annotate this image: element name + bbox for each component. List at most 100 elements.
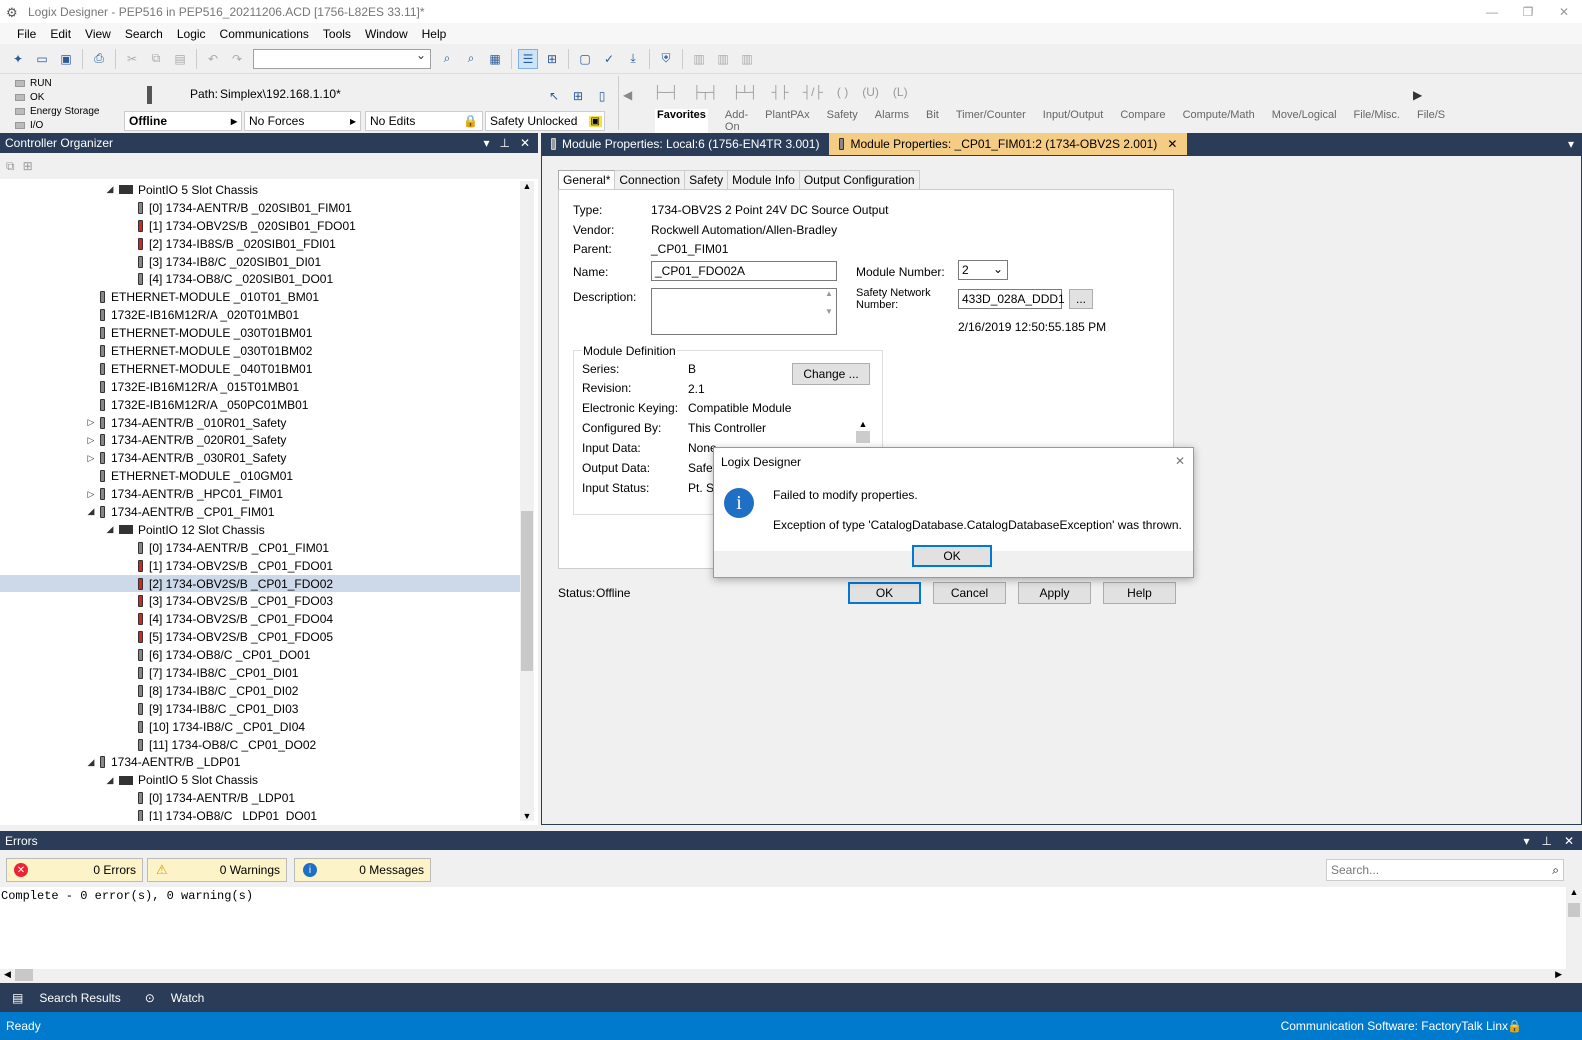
- close-window-icon[interactable]: ✕: [1546, 0, 1582, 23]
- tab-move-logical[interactable]: Move/Logical: [1272, 109, 1337, 133]
- tree-row[interactable]: [1] 1734-OBV2S/B _CP01_FDO01: [0, 557, 520, 575]
- change-button[interactable]: Change ...: [792, 363, 870, 385]
- network-icon[interactable]: ⊞: [568, 86, 588, 106]
- tree-row[interactable]: ▷ 1734-AENTR/B _HPC01_FIM01: [0, 485, 520, 503]
- tab-bit[interactable]: Bit: [926, 109, 939, 133]
- scrollbar-thumb[interactable]: [521, 511, 533, 671]
- collapse-icon[interactable]: ◢: [105, 524, 115, 535]
- edits-field[interactable]: No Edits 🔒: [365, 111, 483, 131]
- expand-icon[interactable]: ▷: [86, 417, 96, 428]
- close-panel-icon[interactable]: ✕: [1564, 834, 1574, 848]
- menu-search[interactable]: Search: [118, 27, 170, 41]
- branch-level-icon[interactable]: ├┴┤: [732, 85, 758, 99]
- paste-icon[interactable]: ▤: [170, 49, 190, 69]
- collapse-icon[interactable]: ◢: [105, 775, 115, 786]
- otl-icon[interactable]: (L): [893, 85, 908, 99]
- tree-row[interactable]: ▷ 1734-AENTR/B _020R01_Safety: [0, 431, 520, 449]
- tree-row[interactable]: ETHERNET-MODULE _040T01BM01: [0, 360, 520, 378]
- download-icon[interactable]: ⤓: [623, 49, 643, 69]
- verify-all-icon[interactable]: ✓: [599, 49, 619, 69]
- collapse-all-icon[interactable]: ⧉: [6, 159, 15, 174]
- menu-edit[interactable]: Edit: [43, 27, 78, 41]
- tree-row[interactable]: [3] 1734-IB8/C _020SIB01_DI01: [0, 253, 520, 271]
- open-folder-icon[interactable]: ▭: [32, 49, 52, 69]
- menu-help[interactable]: Help: [415, 27, 454, 41]
- tree-scrollbar[interactable]: ▲ ▼: [520, 181, 534, 821]
- controller-icon[interactable]: ▯: [592, 86, 612, 106]
- tab-plantpax[interactable]: PlantPAx: [765, 109, 809, 133]
- tree-row[interactable]: ◢ 1734-AENTR/B _LDP01: [0, 754, 520, 772]
- mode-dropdown[interactable]: Offline ▸: [124, 111, 242, 131]
- maximize-icon[interactable]: ❐: [1510, 0, 1546, 23]
- tree-row[interactable]: [7] 1734-IB8/C _CP01_DI01: [0, 664, 520, 682]
- tree-row[interactable]: ETHERNET-MODULE _010GM01: [0, 467, 520, 485]
- tree-row[interactable]: ◢ PointIO 5 Slot Chassis: [0, 771, 520, 789]
- safety-status-field[interactable]: Safety Unlocked ▣: [485, 111, 605, 131]
- tree-row[interactable]: ETHERNET-MODULE _010T01_BM01: [0, 288, 520, 306]
- cut-icon[interactable]: ✂: [122, 49, 142, 69]
- scroll-right-icon[interactable]: ▶: [1413, 88, 1422, 102]
- undo-icon[interactable]: ↶: [203, 49, 223, 69]
- otu-icon[interactable]: (U): [862, 85, 879, 99]
- tab-general[interactable]: General*: [558, 170, 616, 189]
- module-number-dropdown[interactable]: 2 ⌄: [958, 260, 1008, 280]
- browse-icon[interactable]: ▦: [485, 49, 505, 69]
- who-active-icon[interactable]: ↖: [544, 86, 564, 106]
- close-panel-icon[interactable]: ✕: [520, 136, 530, 150]
- tab-file-misc[interactable]: File/Misc.: [1354, 109, 1400, 133]
- tab-input-output[interactable]: Input/Output: [1043, 109, 1104, 133]
- tree-row[interactable]: [11] 1734-OB8/C _CP01_DO02: [0, 736, 520, 754]
- pin-icon[interactable]: ⊥: [499, 136, 509, 150]
- tab-list-dropdown-icon[interactable]: ▾: [1568, 137, 1582, 155]
- tab-module-info[interactable]: Module Info: [727, 170, 800, 189]
- tab-file-s[interactable]: File/S: [1417, 109, 1445, 133]
- tab-compare[interactable]: Compare: [1120, 109, 1165, 133]
- tree-row[interactable]: ◢ 1734-AENTR/B _CP01_FIM01: [0, 503, 520, 521]
- ote-icon[interactable]: ( ): [837, 85, 848, 99]
- errors-filter-button[interactable]: ✕ 0 Errors: [6, 858, 143, 882]
- tree-row[interactable]: ▷ 1734-AENTR/B _030R01_Safety: [0, 449, 520, 467]
- tree-row[interactable]: ◢ PointIO 5 Slot Chassis: [0, 181, 520, 199]
- name-field[interactable]: _CP01_FDO02A: [651, 261, 837, 281]
- menu-tools[interactable]: Tools: [316, 27, 358, 41]
- help-button[interactable]: Help: [1103, 582, 1176, 604]
- tab-safety[interactable]: Safety: [684, 170, 729, 189]
- tree-row[interactable]: [10] 1734-IB8/C _CP01_DI04: [0, 718, 520, 736]
- warnings-filter-button[interactable]: ⚠ 0 Warnings: [147, 858, 287, 882]
- tab-search-results[interactable]: ▤ Search Results: [0, 991, 133, 1005]
- new-file-icon[interactable]: ✦: [8, 49, 28, 69]
- collapse-icon[interactable]: ◢: [86, 506, 96, 517]
- security-icon[interactable]: ⛨: [656, 49, 676, 69]
- expand-icon[interactable]: ▷: [86, 453, 96, 464]
- forces-dropdown[interactable]: No Forces ▸: [244, 111, 361, 131]
- tree-row[interactable]: [4] 1734-OBV2S/B _CP01_FDO04: [0, 610, 520, 628]
- xio-icon[interactable]: ┤/├: [803, 85, 823, 99]
- tree-row[interactable]: [1] 1734-OB8/C _LDP01_DO01: [0, 807, 520, 821]
- messages-filter-button[interactable]: i 0 Messages: [294, 858, 431, 882]
- safety-network-number-field[interactable]: 433D_028A_DDD1: [958, 289, 1065, 309]
- menu-communications[interactable]: Communications: [213, 27, 316, 41]
- verify-icon[interactable]: ▢: [575, 49, 595, 69]
- search-combo[interactable]: [253, 48, 431, 69]
- tool-c-icon[interactable]: ▥: [737, 49, 757, 69]
- minimize-icon[interactable]: —: [1474, 0, 1510, 23]
- organizer-toggle-icon[interactable]: ☰: [518, 48, 538, 69]
- xic-icon[interactable]: ┤├: [772, 85, 789, 99]
- tree-icon[interactable]: ⊞: [542, 49, 562, 69]
- tree-row[interactable]: ▷ 1734-AENTR/B _010R01_Safety: [0, 414, 520, 432]
- copy-icon[interactable]: ⧉: [146, 49, 166, 69]
- rung-icon[interactable]: ├─┤: [653, 85, 679, 99]
- tree-row[interactable]: 1732E-IB16M12R/A _015T01MB01: [0, 378, 520, 396]
- tree-row[interactable]: [8] 1734-IB8/C _CP01_DI02: [0, 682, 520, 700]
- errors-search-input[interactable]: Search... ⌕: [1326, 859, 1564, 881]
- tab-add-on[interactable]: Add-On: [725, 109, 748, 133]
- tab-alarms[interactable]: Alarms: [875, 109, 909, 133]
- tab-compute-math[interactable]: Compute/Math: [1183, 109, 1255, 133]
- branch-icon[interactable]: ├┬┤: [693, 85, 719, 99]
- find-icon[interactable]: ⌕: [437, 49, 457, 69]
- tab-safety[interactable]: Safety: [827, 109, 858, 133]
- tree-row[interactable]: [2] 1734-IB8S/B _020SIB01_FDI01: [0, 235, 520, 253]
- tool-b-icon[interactable]: ▥: [713, 49, 733, 69]
- scroll-left-icon[interactable]: ◀: [623, 88, 632, 102]
- errors-hscroll[interactable]: ◀ ▶: [0, 969, 1566, 983]
